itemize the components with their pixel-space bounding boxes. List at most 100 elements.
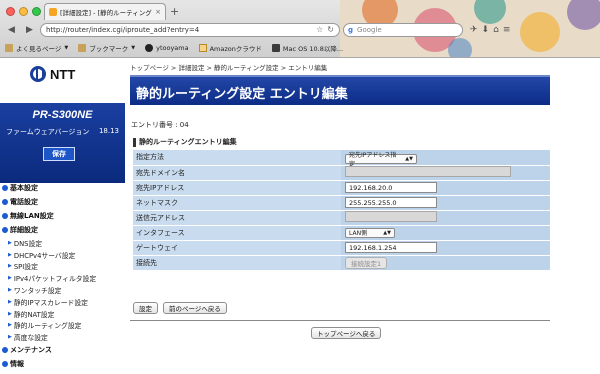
sidebar-item-maintenance[interactable]: メンテナンス xyxy=(0,343,125,357)
bookmark-label: ytooyama xyxy=(156,44,189,52)
sidebar-item-wlan[interactable]: 無線LAN設定 xyxy=(0,209,125,223)
sidebar-item-phone[interactable]: 電話設定 xyxy=(0,195,125,209)
menu-icon[interactable]: ≡ xyxy=(503,25,511,35)
ntt-logo: NTT xyxy=(30,66,75,82)
tab-title: [詳細設定] - [静的ルーティング設... xyxy=(60,9,152,17)
breadcrumb[interactable]: トップページ > 詳細設定 > 静的ルーティング設定 > エントリ編集 xyxy=(130,62,327,72)
sidebar-item-label: 情報 xyxy=(10,360,24,369)
sidebar-subitem-label: 静的NAT設定 xyxy=(13,310,55,319)
bookmark-item[interactable]: ブックマーク ▼ xyxy=(78,43,135,53)
sidebar-subitem-dhcp[interactable]: ▶ DHCPv4サーバ設定 xyxy=(0,249,125,261)
bookmark-label: ブックマーク xyxy=(89,45,129,53)
model-name: PR-S300NE xyxy=(32,109,93,121)
bookmark-label: よく見るページ xyxy=(16,45,62,53)
form-row-src-ip: 送信元アドレス xyxy=(133,210,550,226)
sidebar-subitem-static-nat[interactable]: ▶ 静的NAT設定 xyxy=(0,308,125,320)
sidebar-subitem-static-routing[interactable]: ▶ 静的ルーティング設定 xyxy=(0,320,125,332)
sidebar-item-advanced[interactable]: 詳細設定 xyxy=(0,223,125,237)
logo-text: NTT xyxy=(50,66,76,82)
firmware-label: ファームウェアバージョン xyxy=(6,128,90,136)
sidebar-subitem-packet-filter[interactable]: ▶ IPv4パケットフィルタ設定 xyxy=(0,272,125,284)
search-placeholder: Google xyxy=(357,25,382,34)
sidebar-subitem-one-touch[interactable]: ▶ ワンタッチ設定 xyxy=(0,284,125,296)
google-icon: g xyxy=(348,25,354,34)
forward-icon[interactable]: ▶ xyxy=(22,23,37,36)
home-icon[interactable]: ⌂ xyxy=(493,25,499,35)
bookmark-item[interactable]: よく見るページ ▼ xyxy=(5,43,68,53)
back-icon[interactable]: ◀ xyxy=(4,23,19,36)
github-icon xyxy=(145,44,154,52)
bullet-icon xyxy=(2,227,8,233)
minimize-window-icon[interactable] xyxy=(19,7,28,16)
gateway-field[interactable]: 192.168.1.254 xyxy=(345,242,437,253)
sidebar-item-label: 電話設定 xyxy=(10,198,38,206)
sidebar-subitem-advanced-options[interactable]: ▶ 高度な設定 xyxy=(0,331,125,343)
connection-label: 接続先 xyxy=(133,255,341,271)
bookmark-item[interactable]: Mac OS 10.8以降... xyxy=(271,43,343,53)
sidebar-subitem-label: 高度な設定 xyxy=(13,334,48,343)
form-row-interface: インタフェース LAN側 ▲▼ xyxy=(133,225,550,241)
select-value: LAN側 xyxy=(349,230,368,237)
connection-select: 接続設定1 xyxy=(345,256,387,269)
tab-favicon-icon xyxy=(49,8,57,16)
close-window-icon[interactable] xyxy=(6,7,15,16)
bookmark-item[interactable]: Amazonクラウド xyxy=(198,43,262,53)
bookmark-label: Amazonクラウド xyxy=(209,45,262,53)
sidebar-item-basic[interactable]: 基本設定 xyxy=(0,181,125,195)
main-content: トップページ > 詳細設定 > 静的ルーティング設定 > エントリ編集 静的ルー… xyxy=(130,58,550,374)
save-button[interactable]: 保存 xyxy=(43,147,75,161)
sidebar: NTT PR-S300NE ファームウェアバージョン 18.13 保存 基本設定… xyxy=(0,58,125,374)
back-button[interactable]: 前のページへ戻る xyxy=(163,302,227,314)
dest-domain-label: 宛先ドメイン名 xyxy=(133,165,341,181)
sidebar-subitem-label: DHCPv4サーバ設定 xyxy=(13,251,76,260)
interface-select[interactable]: LAN側 ▲▼ xyxy=(345,227,395,238)
bookmark-item[interactable]: ytooyama xyxy=(145,44,189,52)
bullet-icon xyxy=(2,199,8,205)
address-bar[interactable]: http://router/index.cgi/iproute_add?entr… xyxy=(40,22,340,37)
search-input[interactable]: g Google xyxy=(343,22,463,37)
sidebar-nav: 基本設定 電話設定 無線LAN設定 詳細設定 ▶ DNS設定 ▶ DHCPv4サーバ… xyxy=(0,181,125,371)
browser-tab[interactable]: [詳細設定] - [静的ルーティング設... × xyxy=(44,3,166,20)
model-panel: PR-S300NE ファームウェアバージョン 18.13 保存 xyxy=(0,103,125,183)
share-icon[interactable]: ✈ xyxy=(470,25,478,35)
triangle-right-icon: ▶ xyxy=(8,239,12,246)
bookmark-star-icon[interactable]: ☆ xyxy=(316,25,323,34)
sidebar-subitem-dns[interactable]: ▶ DNS設定 xyxy=(0,237,125,249)
download-icon[interactable]: ⬇ xyxy=(482,25,490,35)
bullet-icon xyxy=(2,361,8,368)
src-ip-label: 送信元アドレス xyxy=(133,210,341,226)
triangle-right-icon: ▶ xyxy=(8,298,12,305)
top-page-button[interactable]: トップページへ戻る xyxy=(311,327,382,339)
toolbar-icons: ✈ ⬇ ⌂ ≡ xyxy=(470,25,510,35)
dest-method-select[interactable]: 宛先IPアドレス指定 ▲▼ xyxy=(345,152,417,168)
entry-number: エントリ番号 : 04 xyxy=(131,121,189,129)
chevron-down-icon: ▼ xyxy=(131,45,136,51)
sidebar-item-status[interactable]: 情報 xyxy=(0,357,125,371)
triangle-right-icon: ▶ xyxy=(8,310,12,317)
triangle-right-icon: ▶ xyxy=(8,263,12,270)
window-controls xyxy=(6,7,41,16)
netmask-field[interactable]: 255.255.255.0 xyxy=(345,197,437,208)
chevron-updown-icon: ▲▼ xyxy=(383,229,391,236)
sidebar-subitem-label: 静的IPマスカレード設定 xyxy=(13,298,88,307)
page-title-bar: 静的ルーティング設定 エントリ編集 xyxy=(130,75,550,105)
dest-method-label: 指定方法 xyxy=(133,150,341,166)
form-row-netmask: ネットマスク 255.255.255.0 xyxy=(133,195,550,211)
sidebar-subitem-ip-masquerade[interactable]: ▶ 静的IPマスカレード設定 xyxy=(0,296,125,308)
folder-icon xyxy=(78,44,87,52)
reload-icon[interactable]: ↻ xyxy=(327,25,334,34)
dest-ip-label: 宛先IPアドレス xyxy=(133,180,341,196)
triangle-right-icon: ▶ xyxy=(8,322,12,329)
mac-icon xyxy=(271,44,280,52)
set-button[interactable]: 設定 xyxy=(133,302,158,314)
new-tab-button[interactable]: + xyxy=(170,5,179,18)
sidebar-subitem-label: 静的ルーティング設定 xyxy=(13,322,82,331)
bullet-icon xyxy=(2,213,8,219)
triangle-right-icon: ▶ xyxy=(8,275,12,282)
sidebar-subitem-spi[interactable]: ▶ SPI設定 xyxy=(0,261,125,273)
page-title: 静的ルーティング設定 エントリ編集 xyxy=(136,87,348,102)
tab-close-icon[interactable]: × xyxy=(155,8,161,16)
dest-ip-field[interactable]: 192.168.20.0 xyxy=(345,182,437,193)
maximize-window-icon[interactable] xyxy=(32,7,41,16)
triangle-right-icon: ▶ xyxy=(8,334,12,341)
